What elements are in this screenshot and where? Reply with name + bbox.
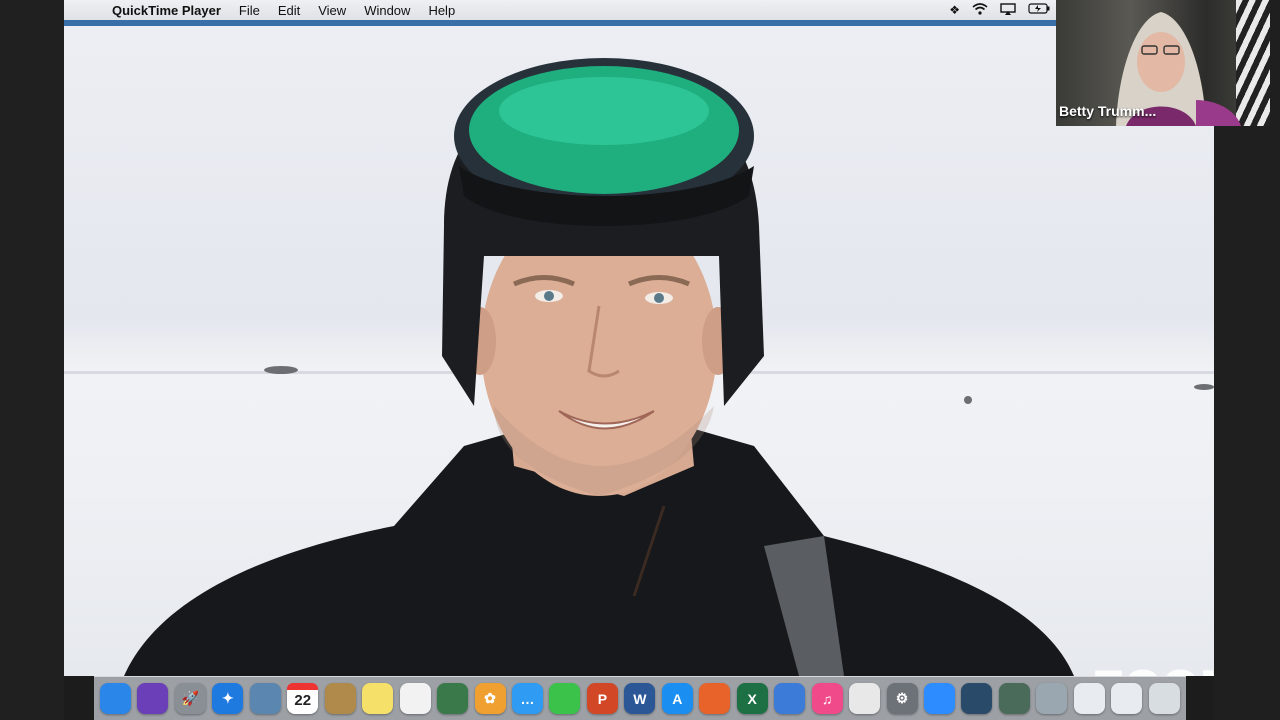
zoom-watermark: zoom — [1092, 650, 1214, 676]
dropbox-icon[interactable]: ❖ — [949, 3, 960, 17]
powerpoint-icon-glyph: P — [597, 690, 608, 707]
participant-name-label: Betty Trumm... — [1059, 103, 1157, 119]
word-icon[interactable]: W — [624, 683, 656, 714]
wifi-icon[interactable] — [972, 2, 988, 18]
calendar-day-number: 22 — [294, 692, 312, 709]
quicktime-icon[interactable] — [961, 683, 993, 714]
app-store-icon-glyph: A — [672, 690, 683, 707]
speaker-figure — [124, 58, 1074, 676]
menu-file[interactable]: File — [239, 3, 260, 18]
menu-edit[interactable]: Edit — [278, 3, 300, 18]
zoom-icon[interactable] — [923, 683, 955, 714]
menu-view[interactable]: View — [318, 3, 346, 18]
battery-icon[interactable] — [1028, 3, 1050, 17]
system-preferences-icon[interactable]: ⚙ — [886, 683, 918, 714]
itunes-icon[interactable]: ♫ — [811, 683, 843, 714]
screen-utility-icon[interactable] — [998, 683, 1030, 714]
excel-icon-glyph: X — [747, 690, 757, 707]
menu-help[interactable]: Help — [428, 3, 455, 18]
contacts-icon[interactable] — [324, 683, 356, 714]
word-icon-glyph: W — [633, 690, 647, 707]
messages-icon[interactable]: … — [511, 683, 543, 714]
app-store-icon[interactable]: A — [661, 683, 693, 714]
left-margin — [0, 0, 64, 720]
firefox-icon[interactable] — [699, 683, 731, 714]
powerpoint-icon[interactable]: P — [586, 683, 618, 714]
preview-icon[interactable] — [249, 683, 281, 714]
excel-icon[interactable]: X — [736, 683, 768, 714]
menu-bar: QuickTime Player File Edit View Window H… — [64, 0, 1056, 20]
reminders-icon[interactable] — [399, 683, 431, 714]
dock: 🚀 ✦ 22 ✿ … P W A X ♫ ⚙ — [94, 676, 1186, 720]
itunes-icon-glyph: ♫ — [821, 690, 833, 707]
menu-window[interactable]: Window — [364, 3, 410, 18]
facetime-icon[interactable] — [549, 683, 581, 714]
launchpad-icon-glyph: 🚀 — [181, 690, 200, 706]
airplay-icon[interactable] — [1000, 2, 1016, 18]
photos-icon-glyph: ✿ — [484, 690, 496, 706]
app-menu[interactable]: QuickTime Player — [112, 3, 221, 18]
safari-icon-glyph: ✦ — [221, 690, 234, 706]
chrome-icon[interactable] — [849, 683, 881, 714]
file-stack-icon-2[interactable] — [1111, 683, 1143, 714]
launchpad-icon[interactable]: 🚀 — [174, 683, 206, 714]
screenshot-icon[interactable] — [1036, 683, 1068, 714]
photos-icon[interactable]: ✿ — [474, 683, 506, 714]
desktop-screen: QuickTime Player File Edit View Window H… — [0, 0, 1280, 720]
notes-icon[interactable] — [362, 683, 394, 714]
speaker-video[interactable]: zoom — [64, 26, 1214, 676]
calendar-header — [287, 683, 319, 690]
siri-icon[interactable] — [137, 683, 169, 714]
finder-icon[interactable] — [100, 683, 131, 714]
file-stack-icon[interactable] — [1073, 683, 1105, 714]
photo-booth-icon[interactable] — [437, 683, 469, 714]
participant-thumbnail[interactable]: Betty Trumm... — [1056, 0, 1270, 126]
status-area: ❖ — [949, 2, 1056, 18]
system-preferences-icon-glyph: ⚙ — [895, 690, 909, 706]
keynote-icon[interactable] — [774, 683, 806, 714]
calendar-icon[interactable]: 22 — [287, 683, 319, 714]
trash-icon[interactable] — [1148, 683, 1180, 714]
safari-icon[interactable]: ✦ — [212, 683, 244, 714]
messages-icon-glyph: … — [520, 690, 535, 707]
